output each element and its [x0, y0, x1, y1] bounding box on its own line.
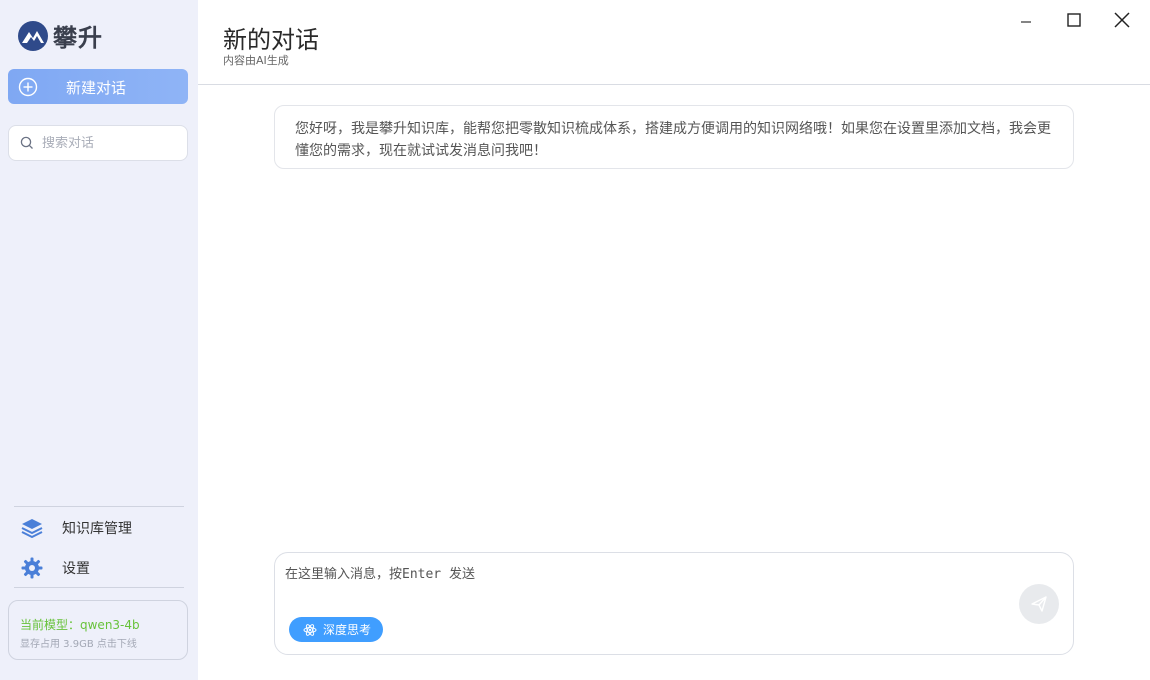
sidebar-item-knowledge-base[interactable]: 知识库管理: [20, 516, 132, 540]
sidebar-item-settings[interactable]: 设置: [20, 556, 90, 580]
deep-think-toggle[interactable]: 深度思考: [289, 617, 384, 642]
sidebar-item-label: 知识库管理: [62, 521, 132, 537]
sidebar: 攀升 新建对话 知识库管理: [0, 0, 198, 680]
logo-text: 攀升: [53, 24, 103, 52]
search-box[interactable]: [8, 125, 188, 161]
app-logo: 攀升: [17, 18, 103, 53]
sidebar-divider-top: [14, 506, 184, 507]
model-status-card[interactable]: 当前模型：qwen3-4b 显存占用 3.9GB 点击下线: [8, 600, 188, 660]
close-icon: [1114, 12, 1130, 28]
minimize-button[interactable]: [1016, 10, 1036, 30]
new-chat-label: 新建对话: [66, 79, 127, 97]
current-model-label: 当前模型：qwen3-4b: [20, 618, 140, 632]
minimize-icon: [1021, 21, 1031, 23]
sidebar-divider-bottom: [14, 587, 184, 588]
header: 新的对话 内容由AI生成: [198, 0, 1150, 85]
atom-icon: [303, 623, 317, 636]
plus-circle-icon: [18, 77, 38, 97]
search-input[interactable]: [42, 135, 172, 151]
new-chat-button[interactable]: 新建对话: [8, 69, 188, 104]
gear-icon: [21, 557, 43, 579]
message-input[interactable]: [285, 563, 1005, 603]
sidebar-item-label: 设置: [62, 561, 90, 577]
deep-think-label: 深度思考: [323, 623, 372, 637]
assistant-welcome-message: 您好呀，我是攀升知识库，能帮您把零散知识梳成体系，搭建成方便调用的知识网络哦！如…: [274, 105, 1074, 169]
main-panel: 新的对话 内容由AI生成 您好呀，我是攀升知识库，能帮您把零散知识梳成体系，搭建…: [198, 0, 1150, 680]
page-subtitle: 内容由AI生成: [223, 54, 289, 67]
close-button[interactable]: [1112, 10, 1132, 30]
logo-mountain-icon: [18, 20, 48, 51]
layers-icon: [21, 519, 43, 538]
search-icon: [20, 136, 33, 149]
model-memory-info: 显存占用 3.9GB 点击下线: [20, 639, 137, 650]
page-title: 新的对话: [223, 26, 319, 54]
maximize-icon: [1067, 13, 1081, 27]
message-composer: 深度思考: [274, 552, 1074, 655]
send-button[interactable]: [1019, 584, 1059, 624]
maximize-button[interactable]: [1064, 10, 1084, 30]
send-icon: [1031, 596, 1047, 612]
